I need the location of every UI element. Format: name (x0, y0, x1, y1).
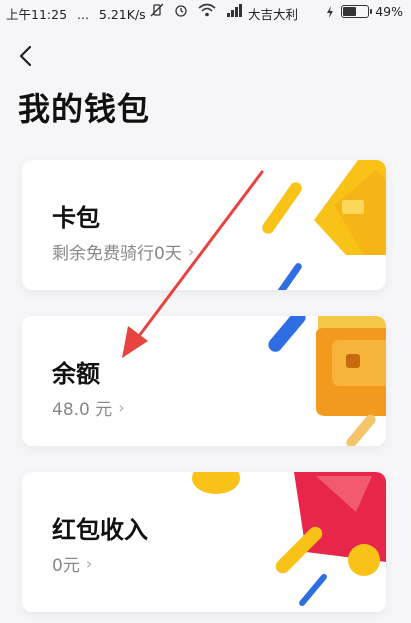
card-red-packet[interactable]: 红包收入 0元 › (22, 472, 386, 612)
page-title: 我的钱包 (18, 90, 151, 128)
card-pack[interactable]: 卡包 剩余免费骑行0天 › (22, 160, 386, 290)
card-pack-sub-text: 剩余免费骑行0天 (52, 244, 182, 264)
status-time: 上午11:25 (6, 7, 68, 22)
alarm-icon (175, 5, 187, 17)
balance-name: 余额 (52, 360, 100, 388)
status-carrier: 大吉大利 (248, 7, 299, 22)
status-right: 49% (325, 4, 403, 19)
card-pack-name: 卡包 (52, 204, 100, 232)
wifi-icon (198, 3, 216, 17)
card-pack-illustration (262, 160, 386, 290)
chevron-right-icon: › (118, 398, 125, 417)
status-bar: 上午11:25 ... 5.21K/s 大吉大利 49% (0, 0, 411, 24)
vibrate-off-icon (150, 3, 164, 17)
red-packet-amount: 0元 (52, 556, 80, 576)
chevron-right-icon: › (187, 242, 195, 261)
battery-percent: 49% (375, 4, 403, 19)
status-speed: 5.21K/s (98, 7, 146, 22)
balance-amount: 48.0 元 (52, 400, 113, 420)
back-button[interactable] (16, 44, 36, 68)
charging-icon (327, 5, 334, 18)
signal-icon (227, 4, 242, 17)
red-packet-name: 红包收入 (52, 516, 148, 544)
status-icons (150, 3, 244, 17)
balance-sub: 48.0 元 › (52, 395, 125, 420)
red-packet-illustration (192, 472, 386, 607)
card-balance[interactable]: 余额 48.0 元 › (22, 316, 386, 446)
status-left: 上午11:25 ... 5.21K/s (6, 4, 152, 23)
red-packet-sub: 0元 › (52, 551, 92, 576)
card-pack-sub: 剩余免费骑行0天 › (52, 239, 194, 264)
chevron-right-icon: › (85, 554, 93, 573)
balance-wallet-illustration (268, 316, 386, 446)
status-dots: ... (77, 7, 89, 22)
battery-icon (341, 5, 373, 18)
